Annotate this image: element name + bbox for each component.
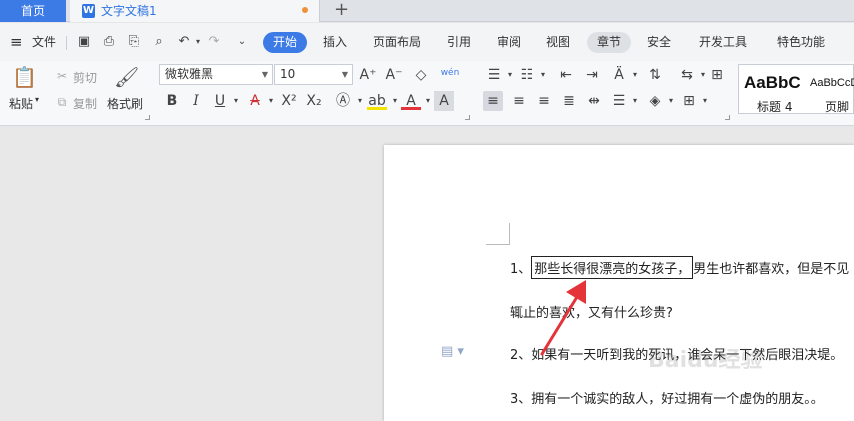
customize-toolbar-icon[interactable]: ⌄ (234, 34, 250, 50)
separator (66, 36, 67, 50)
borders-dropdown-icon[interactable]: ▾ (695, 91, 715, 111)
styles-gallery[interactable]: AaBbC AaBbCcDd 标题 4 页脚 (738, 64, 854, 114)
decrease-indent-icon[interactable]: ⇤ (556, 65, 576, 85)
margin-corner-mark (509, 223, 510, 245)
copy-icon[interactable]: ⧉ (52, 92, 72, 112)
shading-dropdown-icon[interactable]: ▾ (661, 91, 681, 111)
font-name-value: 微软雅黑 (165, 67, 214, 81)
print-icon[interactable]: ⎘ (126, 34, 142, 50)
align-right-icon[interactable]: ≡ (534, 91, 554, 111)
sort-icon[interactable]: ⇅ (645, 65, 665, 85)
margin-corner-mark (486, 244, 510, 245)
pinyin-guide-icon[interactable]: wén (440, 63, 460, 83)
print-preview-icon[interactable]: ⌕ (151, 34, 167, 50)
format-painter-icon[interactable]: 🖌 (114, 65, 139, 89)
style-preview-heading4[interactable]: AaBbC (744, 73, 801, 93)
unsaved-indicator-icon (302, 7, 308, 13)
tab-insert[interactable]: 插入 (323, 23, 347, 61)
subscript-icon[interactable]: X₂ (304, 91, 324, 111)
paste-button[interactable]: 粘贴 (9, 95, 33, 112)
underline-dropdown-icon[interactable]: ▾ (226, 91, 246, 111)
export-pdf-icon[interactable]: ⎙ (101, 34, 117, 50)
paragraph-1-number: 1、 (510, 262, 532, 277)
undo-dropdown-icon[interactable]: ▾ (190, 34, 206, 50)
tab-start[interactable]: 开始 (263, 32, 307, 53)
bold-icon[interactable]: B (162, 91, 182, 111)
copy-button[interactable]: 复制 (73, 95, 97, 112)
justify-icon[interactable]: ≣ (559, 91, 579, 111)
italic-icon[interactable]: I (186, 91, 206, 111)
document-workspace: 1、 那些长得很漂亮的女孩子， 男生也许都喜欢，但是不见 辄止的喜欢，又有什么珍贵?… (0, 127, 854, 421)
cut-button[interactable]: 剪切 (73, 69, 97, 86)
red-arrow-annotation (540, 280, 586, 356)
paragraph-1[interactable]: 1、 那些长得很漂亮的女孩子， 男生也许都喜欢，但是不见 (510, 256, 849, 279)
font-name-select[interactable]: 微软雅黑 ▼ (159, 64, 273, 85)
increase-font-size-icon[interactable]: A⁺ (358, 65, 378, 85)
tab-special-features[interactable]: 特色功能 (777, 23, 825, 61)
superscript-icon[interactable]: X² (279, 91, 299, 111)
redo-icon[interactable]: ↷ (206, 34, 222, 50)
align-left-icon[interactable]: ≡ (483, 91, 503, 111)
word-doc-icon: W (82, 4, 95, 18)
strikethrough-dropdown-icon[interactable]: ▾ (261, 91, 281, 111)
paragraph-group-launcher-icon[interactable] (725, 115, 730, 120)
cut-icon[interactable]: ✂ (52, 66, 72, 86)
document-tab[interactable]: W 文字文稿1 (70, 0, 320, 22)
paste-dropdown-icon[interactable]: ▾ (35, 95, 39, 104)
paragraph-handle-icon[interactable]: ▤ ▾ (441, 344, 464, 359)
paragraph-1-text: 男生也许都喜欢，但是不见 (693, 262, 850, 277)
style-label-heading4: 标题 4 (757, 100, 793, 114)
chinese-layout-dropdown-icon[interactable]: ▾ (625, 65, 645, 85)
line-spacing-dropdown-icon[interactable]: ▾ (625, 91, 645, 111)
align-center-icon[interactable]: ≡ (509, 91, 529, 111)
menu-hamburger-icon[interactable]: ≡ (10, 23, 23, 61)
style-label-footer: 页脚 (825, 100, 850, 114)
tab-developer[interactable]: 开发工具 (699, 23, 747, 61)
tab-strip: 首页 W 文字文稿1 + (0, 0, 854, 22)
selected-text-box[interactable]: 那些长得很漂亮的女孩子， (531, 256, 694, 279)
clear-formatting-icon[interactable]: ◇ (411, 65, 431, 85)
highlight-icon[interactable]: ab (367, 91, 387, 110)
tab-review[interactable]: 审阅 (497, 23, 521, 61)
chevron-down-icon: ▼ (261, 70, 268, 79)
tab-view[interactable]: 视图 (546, 23, 570, 61)
style-preview-footer[interactable]: AaBbCcDd (810, 77, 854, 89)
tab-page-layout[interactable]: 页面布局 (373, 23, 421, 61)
font-size-select[interactable]: 10 ▼ (274, 64, 353, 85)
clipboard-group-launcher-icon[interactable] (145, 115, 150, 120)
tab-references[interactable]: 引用 (447, 23, 471, 61)
paste-icon[interactable]: 📋 (12, 65, 37, 89)
tab-chapter[interactable]: 章节 (587, 32, 631, 53)
format-painter-button[interactable]: 格式刷 (107, 95, 143, 112)
chevron-down-icon: ▼ (341, 70, 348, 79)
font-size-value: 10 (280, 67, 296, 81)
menu-bar: ≡ 文件 ▣ ⎙ ⎘ ⌕ ↶ ▾ ↷ ⌄ 开始 插入 页面布局 引用 审阅 视图… (0, 23, 854, 61)
font-group-launcher-icon[interactable] (465, 115, 470, 120)
file-menu[interactable]: 文件 (32, 23, 56, 61)
home-tab[interactable]: 首页 (0, 0, 66, 22)
numbered-list-dropdown-icon[interactable]: ▾ (533, 65, 553, 85)
paragraph-3[interactable]: 3、拥有一个诚实的敌人，好过拥有一个虚伪的朋友。。 (510, 388, 824, 407)
tab-security[interactable]: 安全 (647, 23, 671, 61)
ribbon: 📋 粘贴 ▾ ✂ 剪切 ⧉ 复制 🖌 格式刷 微软雅黑 ▼ 10 ▼ A⁺ A⁻… (0, 61, 854, 126)
decrease-font-size-icon[interactable]: A⁻ (384, 65, 404, 85)
distributed-align-icon[interactable]: ⇹ (584, 91, 604, 111)
character-shading-icon[interactable]: A (434, 91, 454, 111)
new-tab-button[interactable]: + (334, 0, 349, 21)
document-tab-title: 文字文稿1 (101, 4, 157, 18)
table-grid-icon[interactable]: ⊞ (707, 65, 727, 85)
save-icon[interactable]: ▣ (76, 34, 92, 50)
increase-indent-icon[interactable]: ⇥ (582, 65, 602, 85)
document-page[interactable]: 1、 那些长得很漂亮的女孩子， 男生也许都喜欢，但是不见 辄止的喜欢，又有什么珍贵?… (384, 145, 854, 421)
watermark-text: Baidu经验 (648, 348, 763, 373)
